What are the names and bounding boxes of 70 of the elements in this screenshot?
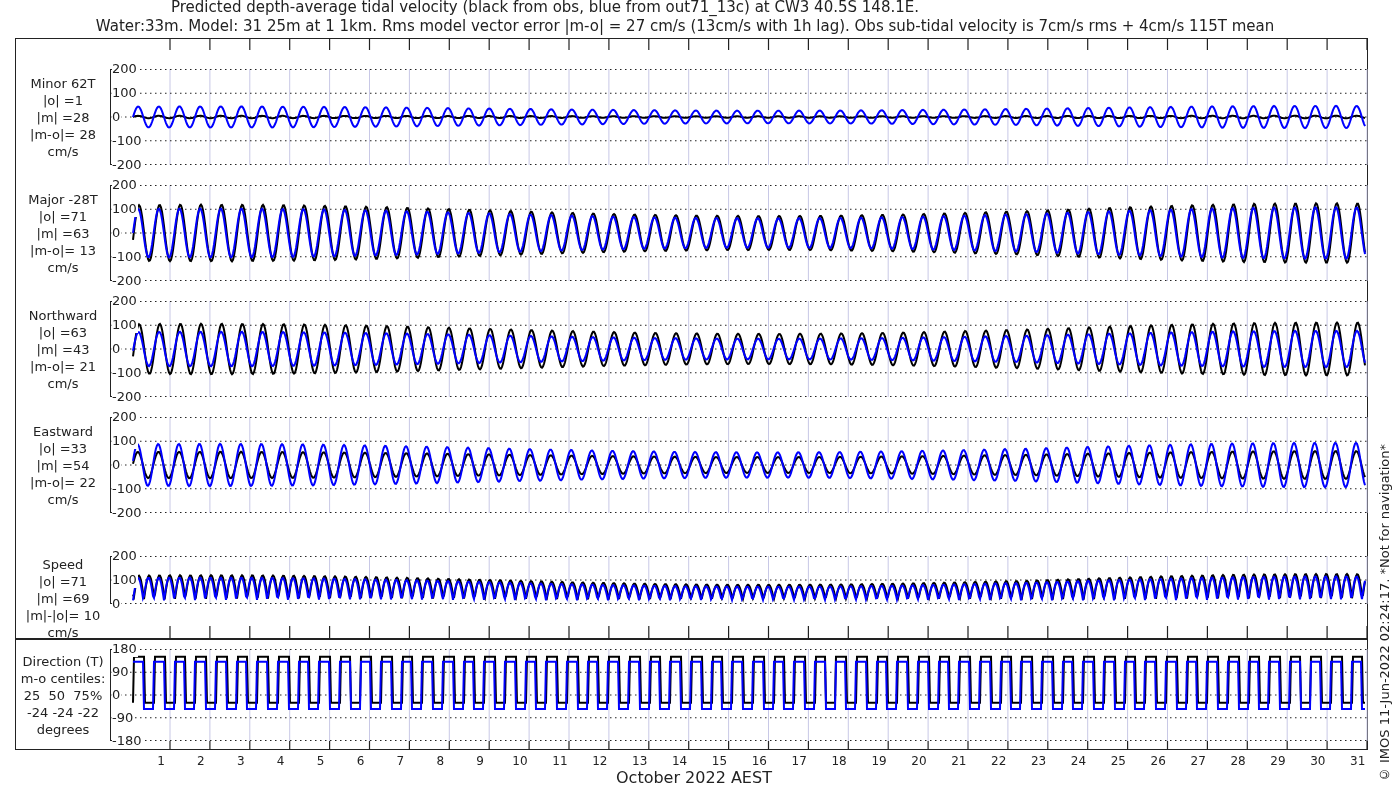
x-tick-label: 14 bbox=[670, 754, 689, 768]
x-tick-label: 24 bbox=[1069, 754, 1088, 768]
x-tick-label: 1 bbox=[156, 754, 166, 768]
panel-label: cm/s bbox=[47, 142, 79, 160]
y-tick-label: 100 bbox=[112, 201, 138, 217]
panel-label: Eastward bbox=[33, 422, 93, 440]
copyright-note: © IMOS 11-Jun-2022 02:24:17. *Not for navigation* bbox=[1377, 443, 1393, 782]
panel-label: |o| =33 bbox=[38, 439, 88, 457]
x-tick-label: 5 bbox=[315, 754, 326, 768]
panel-label: Major -28T bbox=[28, 190, 98, 208]
chart-title: Predicted depth-average tidal velocity (black from obs, blue from out71_13c) at CW3 40.5S 148.1E. bbox=[171, 0, 920, 17]
x-tick-label: 15 bbox=[710, 754, 729, 768]
panel-label: cm/s bbox=[47, 490, 79, 508]
x-tick-label: 4 bbox=[275, 754, 286, 768]
x-tick-label: 31 bbox=[1349, 754, 1367, 768]
panel-label: Direction (T) bbox=[22, 652, 104, 670]
x-axis-title: October 2022 AEST bbox=[616, 768, 773, 788]
x-tick-label: 2 bbox=[196, 754, 206, 768]
x-tick-label: 26 bbox=[1149, 754, 1167, 768]
panel-label: m-o centiles: bbox=[20, 669, 106, 687]
x-tick-label: 12 bbox=[591, 754, 609, 768]
y-tick-label: 180 bbox=[112, 641, 138, 657]
panel-label: Speed bbox=[42, 556, 84, 573]
panel-label: cm/s bbox=[47, 624, 79, 641]
panel-label: |m-o|= 21 bbox=[30, 357, 96, 375]
x-tick-label: 13 bbox=[631, 754, 649, 768]
panel-label: Minor 62T bbox=[30, 74, 96, 92]
panel-label: |m| =69 bbox=[36, 590, 90, 607]
x-tick-label: 7 bbox=[395, 754, 406, 768]
panel-label: Northward bbox=[28, 306, 98, 324]
panel-label: degrees bbox=[36, 720, 90, 738]
y-tick-label: 100 bbox=[112, 433, 138, 449]
x-tick-label: 3 bbox=[235, 754, 246, 768]
panel-label: |m|-|o|= 10 bbox=[25, 607, 101, 624]
panel-label: 25 50 75% bbox=[23, 686, 103, 704]
x-tick-label: 10 bbox=[511, 754, 529, 768]
panel-label: cm/s bbox=[47, 258, 79, 276]
panel-label: |m-o|= 28 bbox=[30, 125, 96, 143]
x-tick-label: 30 bbox=[1309, 754, 1327, 768]
y-tick-label: 100 bbox=[112, 572, 138, 588]
x-tick-label: 23 bbox=[1029, 754, 1048, 768]
x-tick-label: 20 bbox=[910, 754, 928, 768]
y-tick-label: 100 bbox=[112, 317, 138, 333]
x-tick-label: 8 bbox=[435, 754, 446, 768]
panel-label: |m| =28 bbox=[36, 108, 90, 126]
panel-label: |o| =71 bbox=[38, 573, 88, 590]
panel-label: |m| =43 bbox=[36, 340, 90, 358]
panel-label: |m-o|= 22 bbox=[30, 473, 96, 491]
x-tick-label: 27 bbox=[1189, 754, 1207, 768]
panel-label: -24 -24 -22 bbox=[27, 703, 99, 721]
panel-label: cm/s bbox=[47, 374, 79, 392]
chart-title: Water:33m. Model: 31 25m at 1 1km. Rms model vector error |m-o| = 27 cm/s (13cm/s with 1h lag). Obs sub-tidal velocity is 7cm/s rms + 4cm/s 115T mean bbox=[95, 17, 1275, 36]
panel-label: |o| =71 bbox=[38, 207, 88, 225]
x-tick-label: 16 bbox=[750, 754, 768, 768]
x-tick-label: 11 bbox=[551, 754, 569, 768]
panel-label: |m-o|= 13 bbox=[30, 241, 96, 259]
x-tick-label: 9 bbox=[475, 754, 485, 768]
x-tick-label: 28 bbox=[1229, 754, 1247, 768]
x-tick-label: 6 bbox=[355, 754, 366, 768]
x-tick-label: 17 bbox=[790, 754, 808, 768]
x-tick-label: 18 bbox=[830, 754, 848, 768]
panel-label: |o| =63 bbox=[38, 323, 88, 341]
x-tick-label: 19 bbox=[870, 754, 888, 768]
x-tick-label: 22 bbox=[990, 754, 1008, 768]
x-tick-label: 25 bbox=[1109, 754, 1127, 768]
x-tick-label: 29 bbox=[1269, 754, 1287, 768]
panel-label: |m| =54 bbox=[36, 456, 90, 474]
panel-label: |m| =63 bbox=[36, 224, 90, 242]
x-tick-label: 21 bbox=[950, 754, 968, 768]
panel-label: |o| =1 bbox=[43, 91, 83, 109]
